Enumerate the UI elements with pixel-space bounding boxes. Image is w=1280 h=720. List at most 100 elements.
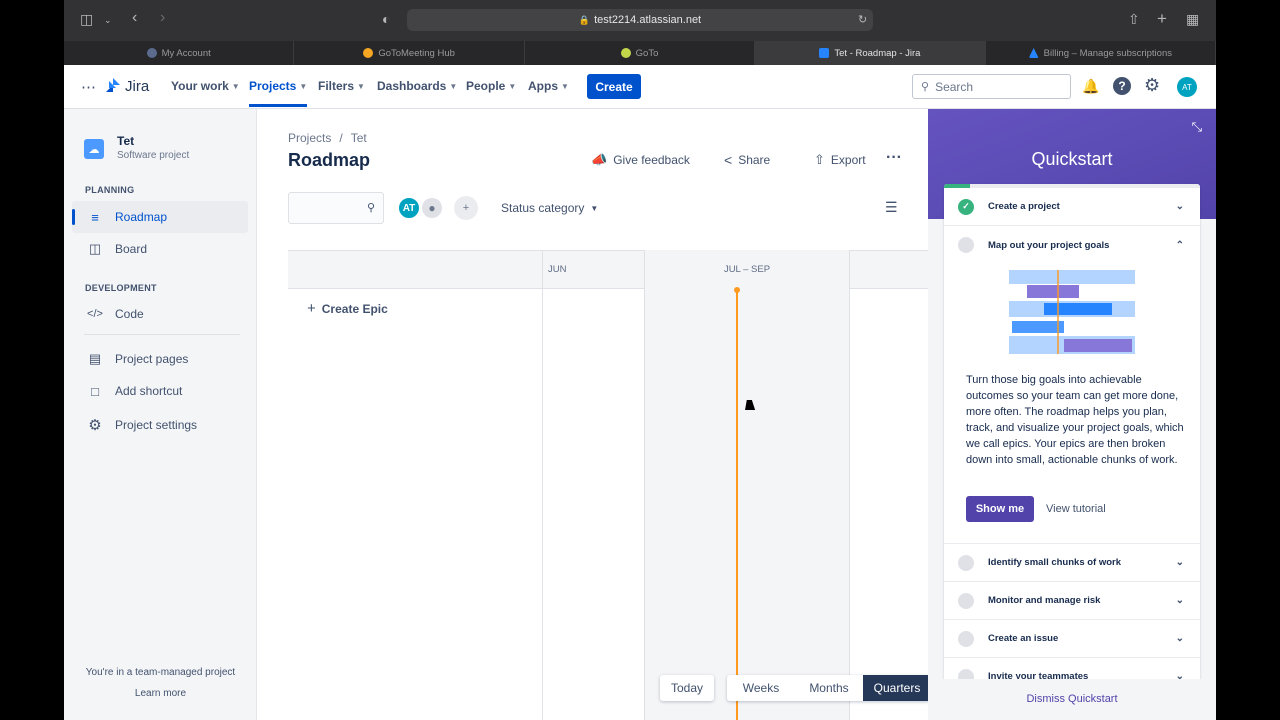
sidebar-item-label: Code: [115, 307, 144, 321]
status-category-dropdown[interactable]: Status category ▼: [501, 201, 598, 215]
chevron-down-icon: ▼: [590, 203, 599, 213]
browser-tab-active[interactable]: Tet - Roadmap - Jira: [755, 41, 986, 65]
app-switcher-icon[interactable]: ⋯: [81, 78, 96, 96]
create-epic-button[interactable]: + Create Epic: [307, 300, 388, 317]
browser-tab[interactable]: My Account: [64, 41, 295, 65]
project-name[interactable]: Tet: [117, 134, 134, 148]
shield-icon[interactable]: ◐: [382, 11, 390, 27]
user-avatar[interactable]: AT: [1177, 77, 1197, 97]
nav-projects[interactable]: Projects ▼: [249, 79, 308, 107]
more-actions-icon[interactable]: ···: [886, 149, 902, 167]
sidebar-item-label: Project pages: [115, 352, 189, 366]
jira-logo-text[interactable]: Jira: [125, 78, 149, 95]
breadcrumb-projects[interactable]: Projects: [288, 131, 331, 145]
settings-icon[interactable]: ⚙: [1144, 75, 1160, 96]
learn-more-link[interactable]: Learn more: [64, 688, 257, 699]
back-icon[interactable]: ‹: [132, 9, 137, 27]
quickstart-item-header[interactable]: Map out your project goals ⌃: [944, 226, 1200, 264]
chevron-down-icon: ▼: [299, 81, 308, 91]
reload-icon[interactable]: ↻: [858, 13, 867, 26]
view-tutorial-link[interactable]: View tutorial: [1046, 503, 1106, 515]
months-button[interactable]: Months: [795, 675, 863, 701]
search-input[interactable]: ⚲ Search: [912, 74, 1071, 99]
quickstart-item-create-project[interactable]: ✓ Create a project ⌄: [944, 188, 1200, 226]
sidebar-item-roadmap[interactable]: ≡ Roadmap: [72, 201, 248, 233]
gear-icon: ⚙: [88, 417, 102, 434]
sidebar-item-label: Add shortcut: [115, 384, 183, 398]
section-heading-planning: PLANNING: [85, 185, 135, 195]
check-icon: [958, 237, 974, 253]
export-button[interactable]: ⇧ Export: [814, 152, 866, 168]
project-type: Software project: [117, 150, 190, 161]
timeline-column-jul-sep: [644, 250, 850, 720]
browser-tab[interactable]: GoTo: [525, 41, 756, 65]
breadcrumb-project[interactable]: Tet: [351, 131, 367, 145]
nav-filters[interactable]: Filters ▼: [318, 79, 365, 93]
sidebar-item-label: Board: [115, 242, 148, 256]
show-me-button[interactable]: Show me: [966, 496, 1034, 522]
quickstart-item-identify-chunks[interactable]: Identify small chunks of work ⌄: [944, 544, 1200, 582]
check-icon: [958, 592, 974, 609]
quickstart-panel: ⤡ Quickstart ✓ Create a project ⌄ Map ou…: [928, 109, 1216, 720]
quickstart-item-create-issue[interactable]: Create an issue ⌄: [944, 620, 1200, 658]
dismiss-quickstart-button[interactable]: Dismiss Quickstart: [928, 693, 1216, 705]
give-feedback-button[interactable]: 📣 Give feedback: [591, 152, 690, 168]
quickstart-title: Quickstart: [1031, 149, 1113, 169]
chevron-down-icon: ▼: [231, 81, 240, 91]
unassigned-avatar-icon[interactable]: ●: [420, 196, 444, 220]
tab-favicon: [363, 48, 374, 58]
sidebar-toggle-icon[interactable]: ◫: [80, 11, 93, 28]
jira-logo-icon[interactable]: [106, 78, 120, 94]
weeks-button[interactable]: Weeks: [727, 675, 795, 701]
chevron-down-icon: ▼: [357, 81, 365, 91]
chevron-down-icon: ⌄: [1175, 201, 1184, 212]
sidebar-item-code[interactable]: </> Code: [72, 298, 248, 330]
forward-icon[interactable]: ›: [160, 9, 165, 27]
new-tab-icon[interactable]: +: [1157, 9, 1167, 29]
quickstart-item-label: Identify small chunks of work: [988, 557, 1122, 568]
nav-your-work[interactable]: Your work ▼: [171, 79, 240, 93]
nav-apps[interactable]: Apps ▼: [528, 79, 569, 93]
nav-dashboards[interactable]: Dashboards ▼: [377, 79, 457, 93]
quickstart-item-monitor-risk[interactable]: Monitor and manage risk ⌄: [944, 582, 1200, 620]
page-icon: ▤: [88, 351, 102, 366]
timeline-header-jul-sep: JUL – SEP: [723, 264, 771, 275]
tab-label: GoTo: [635, 47, 659, 59]
chevron-down-icon: ▼: [508, 81, 517, 91]
board-icon: ◫: [88, 241, 102, 256]
create-button[interactable]: Create: [587, 74, 641, 99]
sidebar-item-project-pages[interactable]: ▤ Project pages: [72, 343, 248, 375]
share-icon[interactable]: ⇧: [1128, 11, 1140, 28]
nav-people[interactable]: People ▼: [466, 79, 516, 93]
tab-label: GoToMeeting Hub: [378, 47, 455, 59]
check-icon: ✓: [958, 198, 974, 215]
browser-tab[interactable]: GoToMeeting Hub: [294, 41, 525, 65]
collapse-icon[interactable]: ⤡: [1192, 119, 1202, 135]
nav-label: Dashboards: [377, 79, 447, 93]
export-label: Export: [830, 153, 866, 167]
chevron-down-icon[interactable]: ⌄: [104, 15, 112, 26]
today-button[interactable]: Today: [660, 675, 714, 701]
tab-overview-icon[interactable]: ▦: [1186, 11, 1199, 28]
add-people-icon[interactable]: +: [454, 196, 478, 220]
quickstart-item-label: Monitor and manage risk: [988, 595, 1101, 606]
roadmap-search-input[interactable]: ⚲: [288, 192, 384, 224]
share-button[interactable]: < Share: [724, 152, 770, 168]
sidebar-item-add-shortcut[interactable]: □ Add shortcut: [72, 375, 248, 407]
chevron-down-icon: ⌄: [1175, 633, 1184, 644]
quarters-button[interactable]: Quarters: [863, 675, 931, 701]
address-bar[interactable]: 🔒 test2214.atlassian.net: [407, 9, 873, 31]
sidebar-item-project-settings[interactable]: ⚙ Project settings: [72, 409, 248, 441]
browser-tab[interactable]: Billing – Manage subscriptions: [986, 41, 1216, 65]
chevron-down-icon: ⌄: [1175, 557, 1184, 568]
tab-label: My Account: [161, 47, 211, 59]
view-settings-icon[interactable]: ☰: [885, 199, 898, 216]
create-epic-label: Create Epic: [321, 301, 388, 316]
section-heading-development: DEVELOPMENT: [85, 283, 157, 293]
breadcrumb: Projects / Tet: [288, 131, 367, 145]
sidebar-item-board[interactable]: ◫ Board: [72, 233, 248, 265]
chevron-down-icon: ⌄: [1175, 595, 1184, 606]
assignee-avatar[interactable]: AT: [397, 196, 421, 220]
notifications-icon[interactable]: 🔔: [1082, 78, 1099, 95]
help-icon[interactable]: ?: [1113, 77, 1131, 95]
